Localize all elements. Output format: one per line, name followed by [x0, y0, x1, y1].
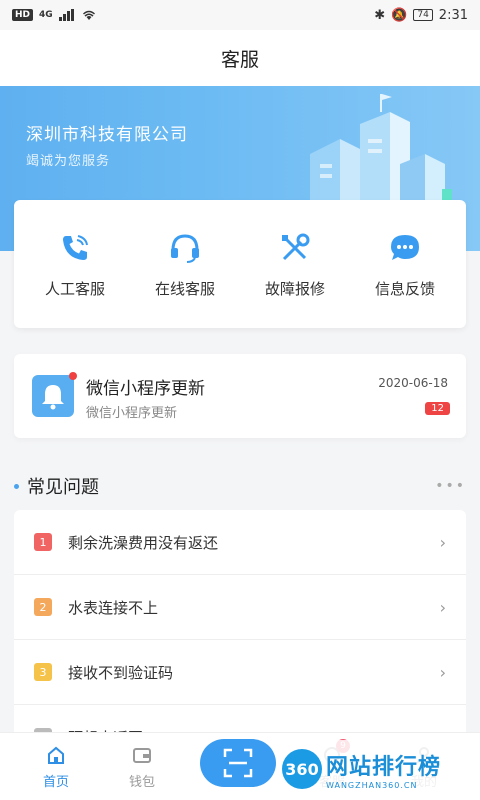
notice-count-badge: 12 — [425, 402, 450, 415]
section-dot — [14, 483, 19, 489]
notice-subtitle: 微信小程序更新 — [86, 406, 178, 421]
nav-label: 钱包 — [128, 775, 155, 790]
signal-icon — [58, 9, 74, 21]
chevron-right-icon: › — [439, 532, 446, 552]
mute-icon: 🔕 — [391, 7, 408, 23]
faq-item[interactable]: 1 剩余洗澡费用没有返还 › — [14, 510, 466, 575]
hd-badge: HD — [12, 9, 34, 21]
more-icon[interactable]: ••• — [435, 478, 466, 494]
battery-indicator: 74 — [413, 9, 433, 21]
chevron-right-icon: › — [439, 597, 446, 617]
nav-home[interactable]: 首页 — [24, 745, 88, 790]
nav-wallet[interactable]: 钱包 — [110, 745, 174, 790]
network-label: 4G — [39, 10, 53, 20]
service-card: 人工客服 在线客服 故障报修 信息反馈 — [14, 200, 466, 328]
bluetooth-icon: ✱ — [374, 7, 386, 23]
wallet-icon — [133, 748, 151, 763]
scan-icon — [223, 748, 253, 778]
notice-card[interactable]: 微信小程序更新 微信小程序更新 2020-06-18 12 — [14, 354, 466, 438]
company-slogan: 竭诚为您服务 — [26, 154, 111, 169]
watermark-cn: 网站排行榜 — [326, 754, 442, 780]
service-manual[interactable]: 人工客服 — [25, 230, 125, 299]
faq-number: 2 — [34, 598, 52, 616]
faq-number: 1 — [34, 533, 52, 551]
service-feedback[interactable]: 信息反馈 — [355, 230, 455, 299]
notice-date: 2020-06-18 — [378, 376, 448, 390]
faq-title: 常见问题 — [27, 477, 99, 498]
watermark-en: WANGZHAN360.CN — [326, 780, 418, 790]
service-repair[interactable]: 故障报修 — [245, 230, 345, 299]
nav-label: 首页 — [42, 775, 69, 790]
clock: 2:31 — [438, 7, 468, 23]
service-label: 在线客服 — [154, 279, 215, 298]
notice-title: 微信小程序更新 — [86, 379, 205, 399]
faq-item[interactable]: 3 接收不到验证码 › — [14, 640, 466, 705]
service-online[interactable]: 在线客服 — [135, 230, 235, 299]
headset-icon — [171, 233, 199, 263]
home-icon — [48, 746, 64, 764]
faq-text: 剩余洗澡费用没有返还 — [68, 533, 219, 552]
wifi-icon — [82, 10, 95, 20]
chevron-right-icon: › — [439, 662, 446, 682]
faq-header: 常见问题 ••• — [14, 470, 466, 502]
unread-dot — [69, 372, 77, 380]
status-bar: HD 4G ✱ 🔕 74 2:31 — [0, 0, 480, 30]
watermark: 360 网站排行榜 WANGZHAN360.CN — [282, 740, 478, 798]
phone-icon — [63, 234, 88, 260]
bell-icon — [32, 372, 77, 417]
service-label: 故障报修 — [264, 279, 325, 298]
scan-button[interactable] — [200, 739, 276, 787]
chat-icon — [391, 234, 419, 260]
tools-icon — [282, 233, 310, 260]
company-name: 深圳市科技有限公司 — [26, 125, 188, 145]
page-title: 客服 — [220, 48, 259, 71]
service-label: 人工客服 — [44, 279, 105, 298]
faq-item[interactable]: 2 水表连接不上 › — [14, 575, 466, 640]
faq-text: 接收不到验证码 — [68, 663, 174, 682]
faq-number: 3 — [34, 663, 52, 681]
watermark-logo: 360 — [282, 749, 322, 789]
header: 客服 — [0, 30, 480, 86]
service-label: 信息反馈 — [374, 279, 435, 298]
faq-text: 水表连接不上 — [68, 598, 159, 617]
